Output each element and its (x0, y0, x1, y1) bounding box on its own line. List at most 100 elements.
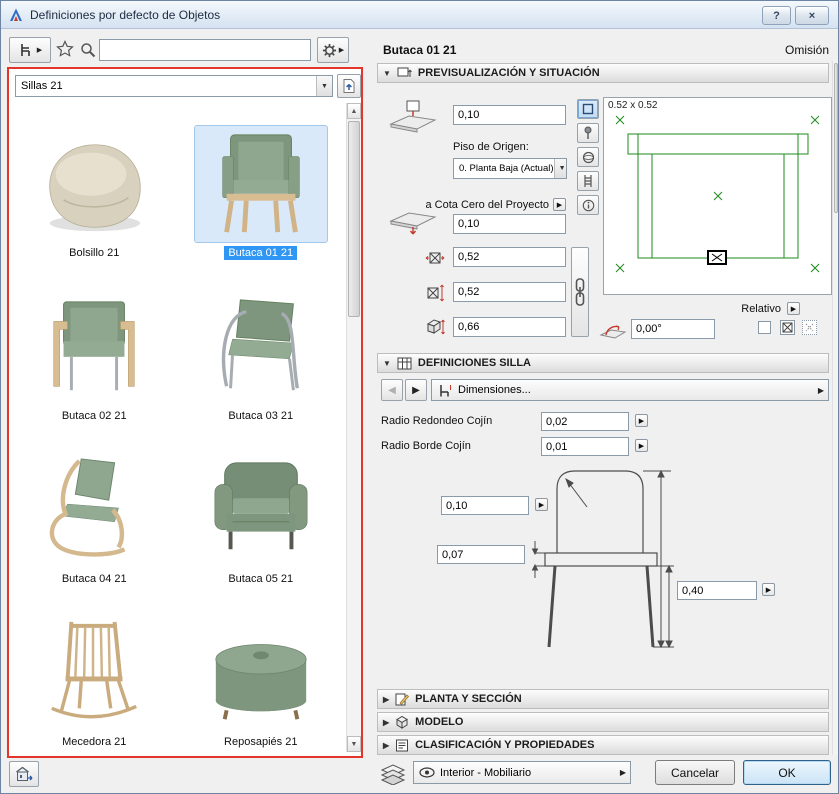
cancel-button[interactable]: Cancelar (655, 760, 735, 785)
prev-page-button[interactable]: ◀ (381, 379, 403, 401)
param-menu-button[interactable]: ▶ (762, 583, 775, 596)
rotation-angle-icon (599, 319, 627, 341)
section-title: MODELO (415, 716, 463, 728)
section-model-header[interactable]: ▶ MODELO (377, 712, 829, 732)
scrollbar-thumb[interactable] (348, 121, 360, 317)
title-bar[interactable]: Definiciones por defecto de Objetos ? × (1, 1, 838, 29)
library-item-label: Butaca 02 21 (58, 409, 131, 423)
link-dimensions-button[interactable] (571, 247, 589, 337)
settings-button[interactable]: ▶ (317, 37, 349, 63)
top-offset-field[interactable] (453, 105, 566, 125)
folder-select[interactable]: Sillas 21 ▼ (15, 75, 333, 97)
library-item-label: Butaca 05 21 (224, 572, 297, 586)
library-item[interactable]: Butaca 01 21 (178, 103, 345, 266)
home-story-label: Piso de Origen: (453, 141, 529, 153)
3d-view-button[interactable] (577, 147, 599, 167)
info-button[interactable] (577, 195, 599, 215)
armchair-02-icon (27, 288, 161, 406)
menu-arrow-icon: ▶ (766, 586, 771, 594)
model-icon (395, 715, 409, 729)
panel-scrollbar[interactable] (832, 61, 839, 755)
library-item[interactable]: Bolsillo 21 (11, 103, 178, 266)
next-page-button[interactable]: ▶ (405, 379, 427, 401)
section-classification-header[interactable]: ▶ CLASIFICACIÓN Y PROPIEDADES (377, 735, 829, 755)
help-button[interactable]: ? (762, 6, 791, 25)
ok-button[interactable]: OK (743, 760, 831, 785)
classification-icon (395, 739, 409, 752)
preview-window[interactable]: 0.52 x 0.52 (603, 97, 832, 295)
library-item-label: Mecedora 21 (58, 735, 130, 749)
diagram-seat-height-field[interactable] (677, 581, 757, 600)
library-item[interactable]: Butaca 04 21 (11, 429, 178, 592)
chair-elevation-diagram (529, 461, 675, 657)
search-input[interactable] (99, 39, 311, 61)
close-button[interactable]: × (795, 6, 829, 25)
dropdown-arrow-icon: ▶ (37, 46, 42, 54)
scroll-down-icon[interactable]: ▼ (347, 736, 361, 752)
home-story-select[interactable]: 0. Planta Baja (Actual) ▼ (453, 158, 567, 179)
chevron-down-icon: ▼ (316, 76, 332, 96)
menu-arrow-icon: ▶ (818, 386, 824, 395)
search-icon (80, 42, 96, 58)
hotspot-box-icon[interactable] (780, 320, 795, 335)
param-menu-button[interactable]: ▶ (635, 414, 648, 427)
menu-arrow-icon: ▶ (639, 442, 644, 450)
armchair-03-icon (194, 288, 328, 406)
diagram-seat-thickness-field[interactable] (437, 545, 525, 564)
scroll-up-icon[interactable]: ▲ (347, 103, 361, 119)
elevation-view-button[interactable] (577, 123, 599, 143)
chair-icon (18, 42, 34, 58)
dim-a-field[interactable] (453, 247, 566, 267)
dim-b-field[interactable] (453, 282, 566, 302)
layers-icon[interactable] (379, 763, 407, 785)
section-title: DEFINICIONES SILLA (418, 357, 531, 369)
relative-menu-button[interactable]: ▶ (787, 302, 800, 315)
sphere-icon (582, 151, 595, 164)
section-view-button[interactable] (577, 171, 599, 191)
library-item[interactable]: Butaca 03 21 (178, 266, 345, 429)
hotspot-free-icon[interactable] (802, 320, 817, 335)
cantilever-chair-icon (27, 451, 161, 569)
expand-arrow-icon: ▶ (383, 741, 389, 750)
section-chair-header[interactable]: ▼ DEFINICIONES SILLA (377, 353, 829, 373)
folder-select-value: Sillas 21 (21, 80, 63, 92)
library-item-label: Bolsillo 21 (65, 246, 123, 260)
dim-c-field[interactable] (453, 317, 566, 337)
plan-preview-drawing (604, 98, 831, 294)
favorites-button[interactable] (56, 40, 74, 58)
param-field-radio-redondeo[interactable] (541, 412, 629, 431)
library-scrollbar[interactable]: ▲ ▼ (346, 103, 361, 752)
collapse-arrow-icon: ▼ (383, 359, 391, 368)
collapse-arrow-icon: ▼ (383, 69, 391, 78)
scrollbar-thumb[interactable] (834, 63, 838, 213)
chain-icon (574, 277, 586, 307)
param-menu-button[interactable]: ▶ (635, 439, 648, 452)
library-item[interactable]: Reposapiés 21 (178, 592, 345, 752)
plan-view-button[interactable] (577, 99, 599, 119)
library-item[interactable]: Butaca 02 21 (11, 266, 178, 429)
gear-icon (322, 43, 337, 58)
object-settings-dialog: Definiciones por defecto de Objetos ? × … (0, 0, 839, 794)
load-library-part-button[interactable] (337, 74, 361, 98)
menu-arrow-icon: ▶ (639, 417, 644, 425)
section-title: CLASIFICACIÓN Y PROPIEDADES (415, 739, 594, 751)
library-item[interactable]: Mecedora 21 (11, 592, 178, 752)
building-icon (15, 765, 33, 783)
mirror-checkbox[interactable] (758, 321, 771, 334)
library-options-button[interactable] (9, 761, 39, 787)
rotation-angle-field[interactable] (631, 319, 715, 339)
bottom-offset-field[interactable] (453, 214, 566, 234)
section-preview-header[interactable]: ▼ PREVISUALIZACIÓN Y SITUACIÓN (377, 63, 829, 83)
bottom-offset-icon (387, 207, 439, 237)
section-plan-header[interactable]: ▶ PLANTA Y SECCIÓN (377, 689, 829, 709)
diagram-radius-field[interactable] (441, 496, 529, 515)
library-item-label: Butaca 01 21 (224, 246, 297, 260)
library-panel: Sillas 21 ▼ Bolsillo 21 Butaca 01 21 Butac… (7, 67, 363, 758)
layer-select[interactable]: Interior - Mobiliario ▶ (413, 761, 631, 784)
menu-arrow-icon: ▶ (557, 201, 562, 209)
project-zero-menu-button[interactable]: ▶ (553, 198, 566, 211)
page-select[interactable]: Dimensiones... ▶ (431, 379, 829, 401)
library-item[interactable]: Butaca 05 21 (178, 429, 345, 592)
object-browser-button[interactable]: ▶ (9, 37, 51, 63)
param-field-radio-borde[interactable] (541, 437, 629, 456)
